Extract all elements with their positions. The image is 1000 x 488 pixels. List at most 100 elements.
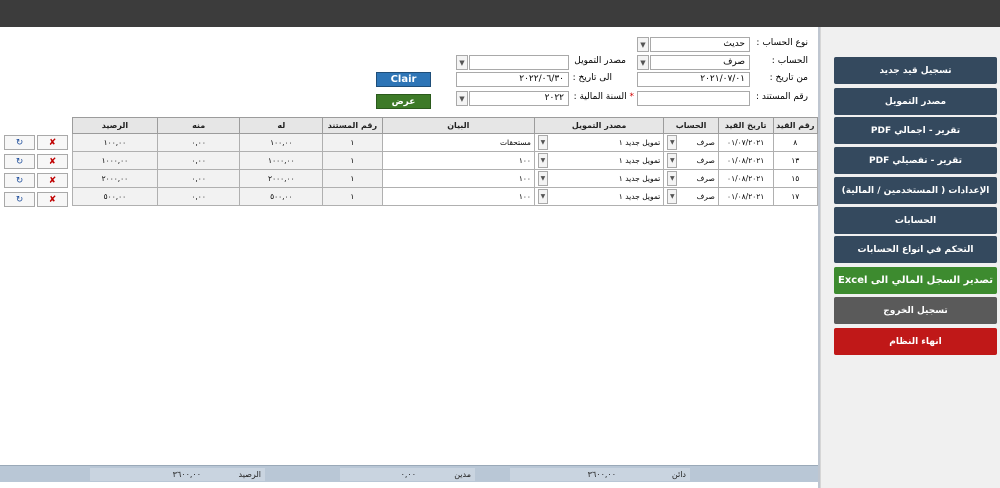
table-row: ١٧ ٠١/٠٨/٢٠٢١ صرف ▼ تمويل جديد ١ ▼ ١٠٠ ١ ٥… (72, 187, 819, 206)
table-row: ٨ ٠١/٠٧/٢٠٢١ صرف ▼ تمويل جديد ١ ▼ مستحقات … (72, 133, 819, 152)
chevron-down-icon[interactable]: ▼ (537, 171, 548, 186)
accounts-button[interactable]: الحسابات (834, 207, 997, 234)
doc-no-cell: ١ (322, 133, 383, 152)
logout-button[interactable]: تسجيل الخروج (834, 297, 997, 324)
funding-value: تمويل جديد ١ (618, 138, 661, 147)
account-cell[interactable]: صرف ▼ (663, 169, 719, 188)
credit-cell: ٥٠٠,٠٠ (239, 187, 324, 206)
funding-value: تمويل جديد ١ (618, 174, 661, 183)
title-bar (0, 0, 1000, 27)
funding-cell[interactable]: تمويل جديد ١ ▼ (533, 187, 665, 206)
statement-cell[interactable]: ١٠٠ (381, 187, 535, 206)
table-header-row: رقم القيد تاريخ القيد الحساب مصدر التموي… (72, 117, 819, 134)
refresh-icon[interactable]: ↻ (4, 173, 35, 188)
fiscal-year-label-text: السنة المالية : (573, 92, 627, 102)
chevron-down-icon[interactable]: ▼ (667, 135, 678, 150)
credit-cell: ١٠٠٠,٠٠ (239, 151, 324, 170)
credit-cell: ٢٠٠٠,٠٠ (239, 169, 324, 188)
chevron-down-icon[interactable]: ▼ (537, 189, 548, 204)
chevron-down-icon[interactable]: ▼ (667, 189, 678, 204)
col-funding-source: مصدر التمويل (533, 117, 665, 134)
main-panel: نوع الحساب : ▼ حديث الحساب : ▼ صرف مصدر … (0, 27, 820, 488)
chevron-down-icon[interactable]: ▼ (456, 91, 468, 106)
delete-icon[interactable]: ✘ (37, 135, 68, 150)
col-statement: البيان (381, 117, 535, 134)
entry-date-cell: ٠١/٠٨/٢٠٢١ (717, 169, 774, 188)
statement-cell[interactable]: ١٠٠ (381, 151, 535, 170)
account-cell[interactable]: صرف ▼ (663, 151, 719, 170)
sidebar-menu: تسجيل قيد جديد مصدر التمويل تقرير - اجما… (820, 27, 1000, 488)
totals-bar: دائن ٣٦٠٠,٠٠ مدين ٠,٠٠ الرصيد ٣٦٠٠,٠٠ (0, 465, 818, 482)
required-marker: * (629, 92, 635, 102)
account-select[interactable]: صرف (650, 55, 750, 70)
to-date-label: الى تاريخ : (572, 73, 612, 83)
exit-system-button[interactable]: انهاء النظام (834, 328, 997, 355)
account-type-select[interactable]: حديث (650, 37, 750, 52)
account-value: صرف (696, 192, 715, 201)
chevron-down-icon[interactable]: ▼ (667, 153, 678, 168)
entry-no-cell: ١٧ (772, 187, 819, 206)
debit-cell: ٠,٠٠ (156, 187, 241, 206)
delete-icon[interactable]: ✘ (37, 192, 68, 207)
entry-date-cell: ٠١/٠٧/٢٠٢١ (717, 133, 774, 152)
col-entry-no: رقم القيد (772, 117, 819, 134)
chevron-down-icon[interactable]: ▼ (637, 55, 649, 70)
statement-cell[interactable]: ١٠٠ (381, 169, 535, 188)
doc-no-cell: ١ (322, 169, 383, 188)
chevron-down-icon[interactable]: ▼ (667, 171, 678, 186)
funding-cell[interactable]: تمويل جديد ١ ▼ (533, 169, 665, 188)
debit-total-value: ٠,٠٠ (340, 468, 420, 481)
col-credit: له (239, 117, 324, 134)
credit-total-label: دائن (620, 468, 690, 481)
col-account: الحساب (663, 117, 719, 134)
debit-total-label: مدين (420, 468, 475, 481)
funding-cell[interactable]: تمويل جديد ١ ▼ (533, 133, 665, 152)
doc-no-cell: ١ (322, 151, 383, 170)
funding-cell[interactable]: تمويل جديد ١ ▼ (533, 151, 665, 170)
delete-icon[interactable]: ✘ (37, 154, 68, 169)
funding-source-select[interactable] (469, 55, 569, 70)
export-excel-button[interactable]: تصدير السجل المالي الى Excel (834, 267, 997, 294)
doc-number-input[interactable] (637, 91, 750, 106)
refresh-icon[interactable]: ↻ (4, 135, 35, 150)
summary-report-pdf-button[interactable]: تقرير - اجمالي PDF (834, 117, 997, 144)
to-date-input[interactable]: ٢٠٢٢/٠٦/٣٠ (456, 72, 569, 87)
account-value: صرف (696, 156, 715, 165)
entry-no-cell: ١٣ (772, 151, 819, 170)
detailed-report-pdf-button[interactable]: تقرير - تفصيلي PDF (834, 147, 997, 174)
funding-source-button[interactable]: مصدر التمويل (834, 88, 997, 115)
delete-icon[interactable]: ✘ (37, 173, 68, 188)
account-cell[interactable]: صرف ▼ (663, 133, 719, 152)
chevron-down-icon[interactable]: ▼ (537, 135, 548, 150)
statement-cell[interactable]: مستحقات (381, 133, 535, 152)
chevron-down-icon[interactable]: ▼ (456, 55, 468, 70)
balance-cell: ١٠٠,٠٠ (72, 133, 158, 152)
col-balance: الرصيد (72, 117, 158, 134)
account-value: صرف (696, 174, 715, 183)
entry-date-cell: ٠١/٠٨/٢٠٢١ (717, 187, 774, 206)
entry-no-cell: ١٥ (772, 169, 819, 188)
account-types-button[interactable]: التحكم في انواع الحسابات (834, 236, 997, 263)
fiscal-year-select[interactable]: ٢٠٢٢ (469, 91, 569, 106)
refresh-icon[interactable]: ↻ (4, 192, 35, 207)
debit-cell: ٠,٠٠ (156, 133, 241, 152)
new-entry-button[interactable]: تسجيل قيد جديد (834, 57, 997, 84)
credit-total-value: ٣٦٠٠,٠٠ (510, 468, 620, 481)
from-date-input[interactable]: ٢٠٢١/٠٧/٠١ (637, 72, 750, 87)
from-date-label: من تاريخ : (769, 73, 808, 83)
show-button[interactable]: عرض (376, 94, 431, 109)
refresh-icon[interactable]: ↻ (4, 154, 35, 169)
col-debit: منه (156, 117, 241, 134)
chevron-down-icon[interactable]: ▼ (637, 37, 649, 52)
balance-cell: ٢٠٠٠,٠٠ (72, 169, 158, 188)
funding-value: تمويل جديد ١ (618, 192, 661, 201)
debit-cell: ٠,٠٠ (156, 151, 241, 170)
chevron-down-icon[interactable]: ▼ (537, 153, 548, 168)
debit-cell: ٠,٠٠ (156, 169, 241, 188)
credit-cell: ١٠٠,٠٠ (239, 133, 324, 152)
account-cell[interactable]: صرف ▼ (663, 187, 719, 206)
clear-button[interactable]: Clair (376, 72, 431, 87)
account-value: صرف (696, 138, 715, 147)
entries-table: رقم القيد تاريخ القيد الحساب مصدر التموي… (72, 117, 819, 206)
settings-button[interactable]: الإعدادات ( المستخدمين / المالية) (834, 177, 997, 204)
